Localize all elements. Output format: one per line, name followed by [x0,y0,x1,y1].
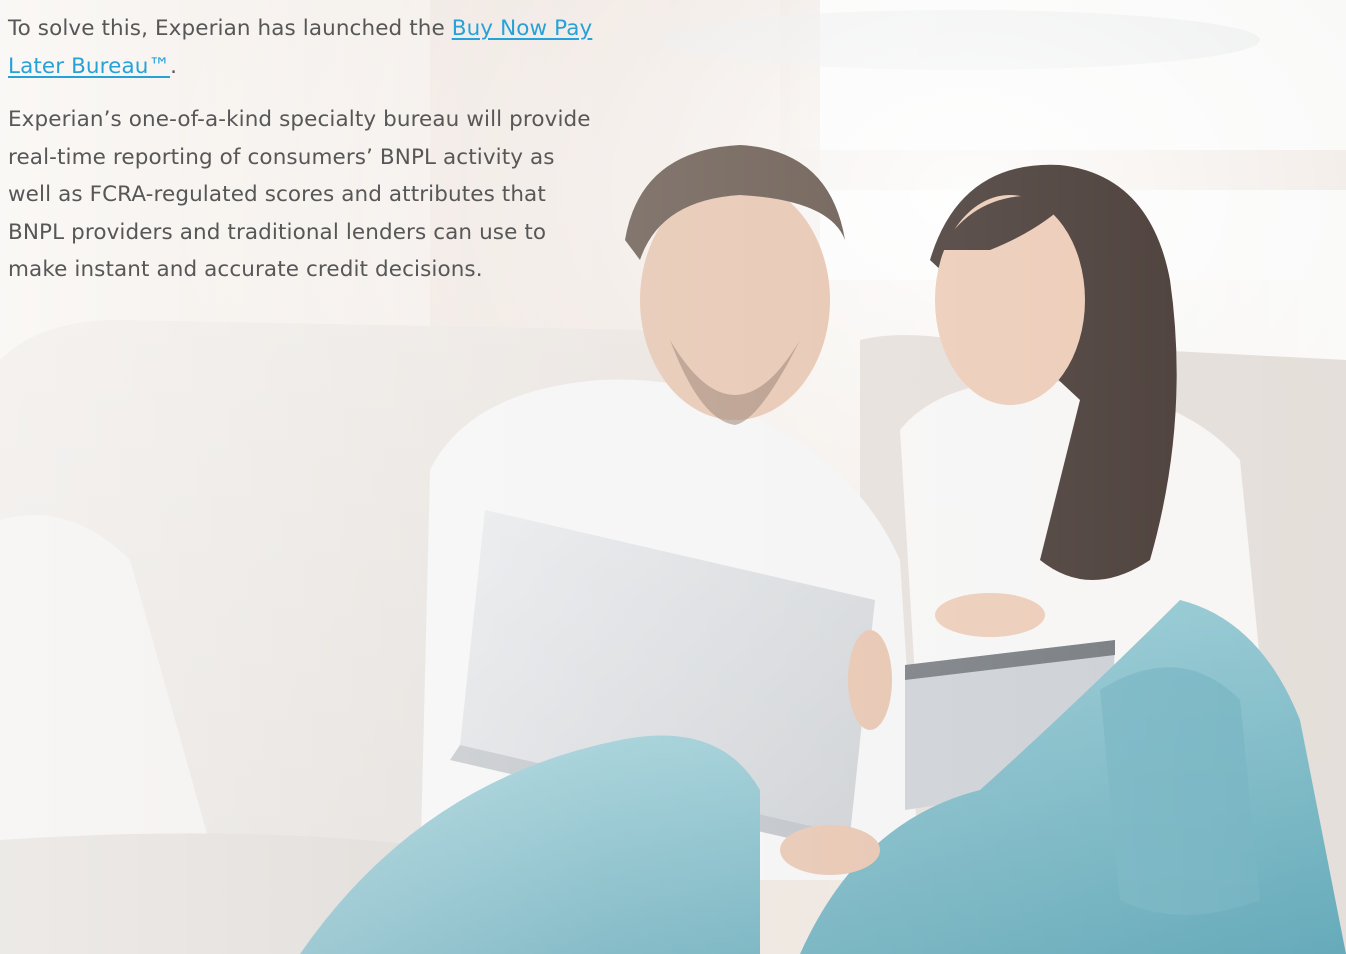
launch-text-prefix: To solve this, Experian has launched the [8,16,452,41]
paragraph-launch: To solve this, Experian has launched the… [8,10,598,85]
launch-text-suffix: . [170,53,177,79]
paragraph-bureau-description: Experian’s one-of-a-kind specialty burea… [8,107,591,282]
article-copy: To solve this, Experian has launched the… [8,10,598,305]
